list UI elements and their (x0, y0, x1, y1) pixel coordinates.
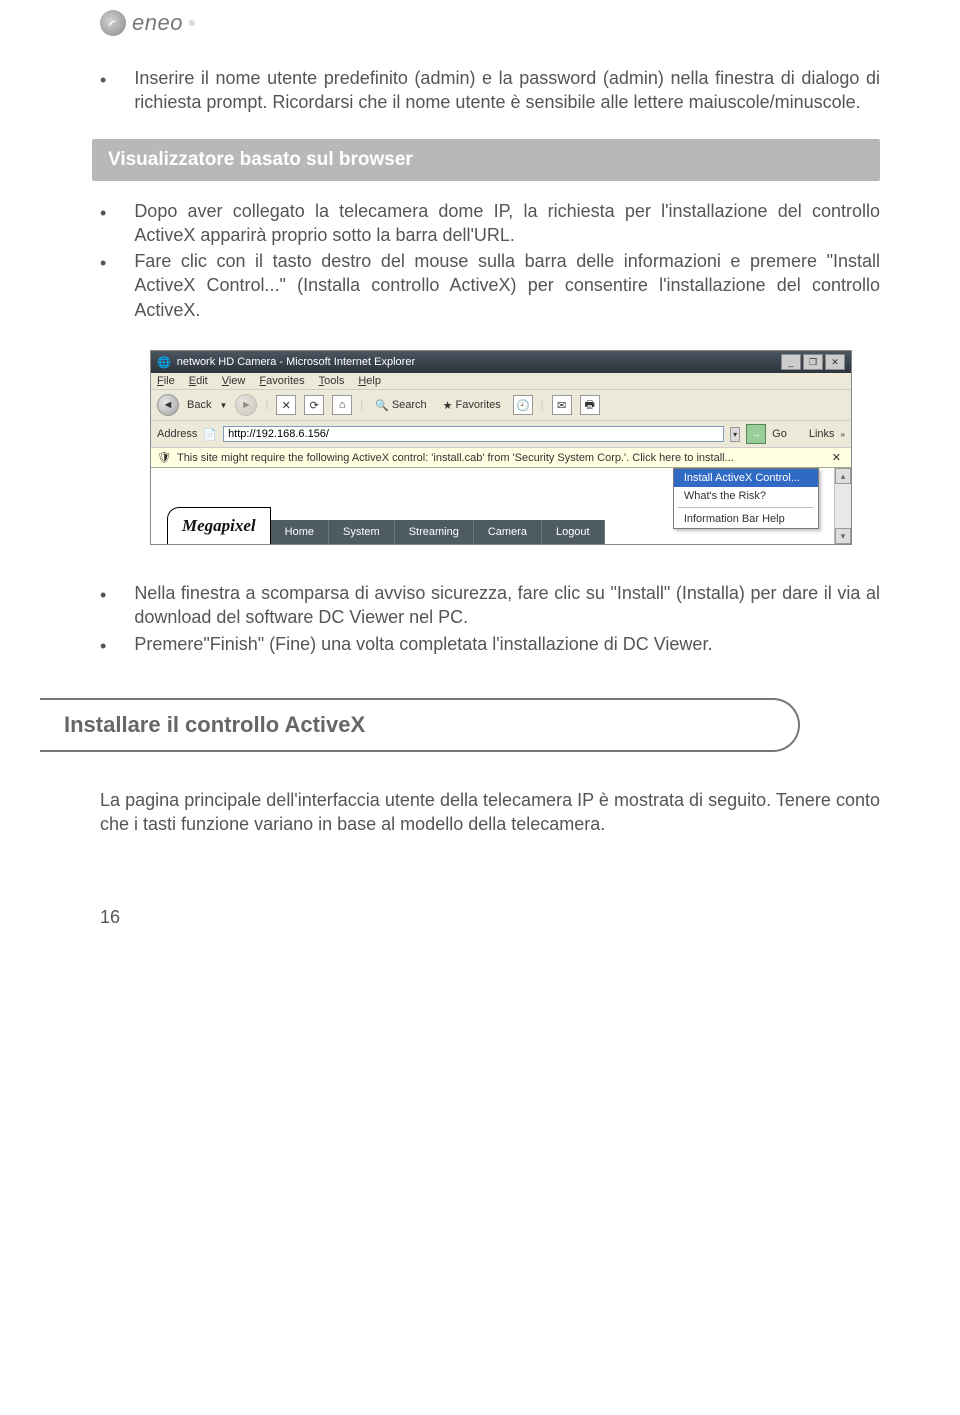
menu-infobar-help[interactable]: Information Bar Help (674, 510, 818, 528)
camera-nav-tabs: Megapixel Home System Streaming Camera L… (167, 507, 605, 544)
bullet-text: Fare clic con il tasto destro del mouse … (134, 249, 880, 322)
list-item: • Inserire il nome utente predefinito (a… (100, 66, 880, 115)
section-heading-browser: Visualizzatore basato sul browser (92, 139, 880, 181)
bullet-dot-icon: • (100, 581, 106, 630)
home-button[interactable]: ⌂ (332, 395, 352, 415)
ie-icon: 🌐 (157, 356, 171, 369)
bullet-text: Inserire il nome utente predefinito (adm… (134, 66, 880, 115)
bullet-text: Premere"Finish" (Fine) una volta complet… (134, 632, 712, 658)
address-label: Address (157, 428, 197, 440)
close-button[interactable]: ✕ (825, 354, 845, 370)
logo-text: eneo (132, 10, 183, 36)
go-label: Go (772, 428, 787, 440)
context-menu: Install ActiveX Control... What's the Ri… (673, 468, 819, 529)
stop-button[interactable]: ✕ (276, 395, 296, 415)
list-item: • Dopo aver collegato la telecamera dome… (100, 199, 880, 248)
tab-system[interactable]: System (329, 520, 395, 544)
tab-streaming[interactable]: Streaming (395, 520, 474, 544)
menu-tools[interactable]: Tools (319, 375, 345, 387)
go-button[interactable]: → (746, 424, 766, 444)
window-titlebar: 🌐 network HD Camera - Microsoft Internet… (151, 351, 851, 373)
menu-bar: File Edit View Favorites Tools Help (151, 373, 851, 390)
bullet-dot-icon: • (100, 199, 106, 248)
page-icon: 📄 (203, 428, 217, 441)
minimize-button[interactable]: _ (781, 354, 801, 370)
links-label[interactable]: Links (809, 428, 835, 440)
menu-view[interactable]: View (222, 375, 246, 387)
megapixel-logo: Megapixel (167, 507, 271, 544)
tab-camera[interactable]: Camera (474, 520, 542, 544)
history-button[interactable]: 🕘 (513, 395, 533, 415)
window-title: network HD Camera - Microsoft Internet E… (177, 356, 415, 368)
mail-button[interactable]: ✉ (552, 395, 572, 415)
bullet-dot-icon: • (100, 632, 106, 658)
forward-button[interactable]: ► (235, 394, 257, 416)
scroll-down-icon[interactable]: ▾ (835, 528, 851, 544)
infobar-close-icon[interactable]: ✕ (828, 451, 845, 464)
bullet-dot-icon: • (100, 249, 106, 322)
search-icon: 🔍 (375, 399, 389, 412)
address-input[interactable] (223, 426, 724, 442)
back-label: Back (187, 399, 211, 411)
back-button[interactable]: ◄ (157, 394, 179, 416)
scroll-up-icon[interactable]: ▴ (835, 468, 851, 484)
vertical-scrollbar[interactable]: ▴ ▾ (834, 468, 851, 544)
activex-info-bar[interactable]: 🛡 This site might require the following … (151, 448, 851, 468)
bullet-text: Dopo aver collegato la telecamera dome I… (134, 199, 880, 248)
section1b-bullet-list: • Nella finestra a scomparsa di avviso s… (100, 581, 880, 658)
bullet-dot-icon: • (100, 66, 106, 115)
tab-home[interactable]: Home (271, 520, 329, 544)
registered-icon: ® (189, 19, 195, 28)
links-chevron-icon[interactable]: » (841, 430, 845, 439)
intro-bullet-list: • Inserire il nome utente predefinito (a… (100, 66, 880, 115)
list-item: • Fare clic con il tasto destro del mous… (100, 249, 880, 322)
search-button[interactable]: 🔍Search (371, 397, 431, 414)
tab-logout[interactable]: Logout (542, 520, 605, 544)
section1-bullet-list: • Dopo aver collegato la telecamera dome… (100, 199, 880, 322)
menu-favorites[interactable]: Favorites (259, 375, 304, 387)
list-item: • Premere"Finish" (Fine) una volta compl… (100, 632, 880, 658)
menu-separator (678, 507, 814, 508)
refresh-button[interactable]: ⟳ (304, 395, 324, 415)
brand-logo: eneo ® (100, 0, 880, 66)
shield-icon: 🛡 (157, 451, 171, 464)
toolbar: ◄ Back ▼ ► | ✕ ⟳ ⌂ | 🔍Search ★Favorites … (151, 390, 851, 421)
ie-screenshot: 🌐 network HD Camera - Microsoft Internet… (150, 350, 852, 545)
star-icon: ★ (443, 399, 453, 412)
page-number: 16 (100, 907, 880, 928)
maximize-button[interactable]: ❐ (803, 354, 823, 370)
address-dropdown-icon[interactable]: ▾ (730, 427, 740, 442)
infobar-text: This site might require the following Ac… (177, 452, 734, 464)
bullet-text: Nella finestra a scomparsa di avviso sic… (134, 581, 880, 630)
menu-help[interactable]: Help (358, 375, 381, 387)
print-button[interactable]: 🖶 (580, 395, 600, 415)
menu-file[interactable]: File (157, 375, 175, 387)
logo-swirl-icon (100, 10, 126, 36)
menu-install-activex[interactable]: Install ActiveX Control... (674, 469, 818, 487)
back-dropdown-icon[interactable]: ▼ (219, 401, 227, 410)
menu-whats-the-risk[interactable]: What's the Risk? (674, 487, 818, 505)
closing-paragraph: La pagina principale dell'interfaccia ut… (100, 788, 880, 837)
list-item: • Nella finestra a scomparsa di avviso s… (100, 581, 880, 630)
pill-heading-install-activex: Installare il controllo ActiveX (40, 698, 800, 752)
page-body: Install ActiveX Control... What's the Ri… (151, 468, 851, 544)
menu-edit[interactable]: Edit (189, 375, 208, 387)
favorites-button[interactable]: ★Favorites (439, 397, 505, 414)
address-bar: Address 📄 ▾ → Go Links » (151, 421, 851, 448)
